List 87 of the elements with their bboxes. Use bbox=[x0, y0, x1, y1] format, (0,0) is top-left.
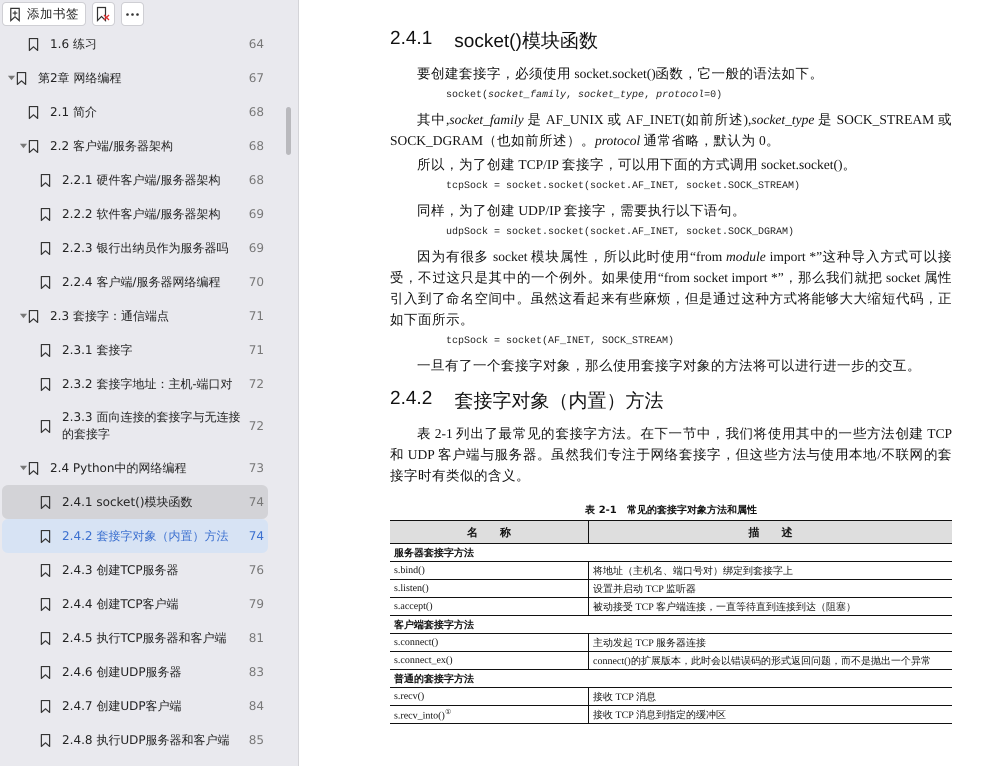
outline-item[interactable]: 2.2.4 客户端/服务器网络编程 70 bbox=[2, 265, 268, 299]
bookmark-icon bbox=[40, 240, 51, 256]
column-header: 描 述 bbox=[588, 520, 952, 544]
paragraph: 要创建套接字，必须使用 socket.socket()函数，它一般的语法如下。 bbox=[416, 65, 825, 83]
scrollbar-thumb[interactable] bbox=[286, 107, 291, 155]
outline-item[interactable]: 第2章 网络编程 67 bbox=[2, 61, 268, 95]
outline-item[interactable]: 2.4.8 执行UDP服务器和客户端 85 bbox=[2, 723, 268, 757]
bookmark-delete-icon bbox=[96, 6, 111, 22]
table-cell: s.bind() bbox=[390, 562, 588, 580]
more-button[interactable] bbox=[121, 2, 144, 26]
bookmark-icon bbox=[28, 138, 39, 154]
table-cell: s.listen() bbox=[390, 580, 588, 598]
paragraph: 一旦有了一个套接字对象，那么使用套接字对象的方法将可以进行进一步的交互。 bbox=[416, 357, 922, 375]
add-bookmark-button[interactable]: 添加书签 bbox=[2, 2, 86, 26]
group-cell: 客户端套接字方法 bbox=[390, 616, 952, 634]
bookmark-icon bbox=[40, 206, 51, 222]
collapse-arrow-icon[interactable] bbox=[18, 312, 28, 320]
table-cell: connect()的扩展版本，此时会以错误码的形式返回问题，而不是抛出一个异常 bbox=[588, 652, 952, 670]
outline-item[interactable]: 2.4.4 创建TCP客户端 79 bbox=[2, 587, 268, 621]
code-line: tcpSock = socket(AF_INET, SOCK_STREAM) bbox=[446, 336, 676, 347]
paragraph: 其中,socket_family 是 AF_UNIX 或 AF_INET(如前所述),socket_type 是 SOCK_STREAM 或 SOCK_DGRAM（也如前所述）。protocol 通常省略，默认为 0。 bbox=[390, 111, 952, 150]
table-cell: s.recv_into()$^{①}$ bbox=[390, 706, 588, 724]
table-cell: 接收 TCP 消息到指定的缓冲区 bbox=[588, 706, 952, 724]
bookmark-icon bbox=[40, 596, 51, 612]
bookmark-icon bbox=[40, 274, 51, 290]
bookmark-icon bbox=[28, 36, 39, 52]
delete-bookmark-button[interactable] bbox=[92, 2, 115, 26]
more-icon bbox=[126, 12, 139, 16]
bookmark-icon bbox=[40, 418, 51, 434]
outline-item[interactable]: 2.2 客户端/服务器架构 68 bbox=[2, 129, 268, 163]
bookmark-icon bbox=[28, 104, 39, 120]
outline-item[interactable]: 2.3 套接字：通信端点 71 bbox=[2, 299, 268, 333]
outline-item[interactable]: 2.4.7 创建UDP客户端 84 bbox=[2, 689, 268, 723]
bookmark-icon bbox=[16, 70, 27, 86]
outline-item[interactable]: 2.4.3 创建TCP服务器 76 bbox=[2, 553, 268, 587]
bookmark-icon bbox=[40, 698, 51, 714]
bookmark-icon bbox=[28, 308, 39, 324]
outline-item[interactable]: 2.3.2 套接字地址：主机-端口对 72 bbox=[2, 367, 268, 401]
group-cell: 服务器套接字方法 bbox=[390, 544, 952, 562]
table-cell: 接收 TCP 消息 bbox=[588, 688, 952, 706]
collapse-arrow-icon[interactable] bbox=[18, 464, 28, 472]
outline-item[interactable]: 2.4.5 执行TCP服务器和客户端 81 bbox=[2, 621, 268, 655]
table-cell: s.connect_ex() bbox=[390, 652, 588, 670]
section-heading: socket()模块函数 bbox=[454, 30, 598, 54]
bookmark-icon bbox=[40, 172, 51, 188]
outline-item[interactable]: 2.4.6 创建UDP服务器 83 bbox=[2, 655, 268, 689]
outline-item[interactable]: 2.2.3 银行出纳员作为服务器吗 69 bbox=[2, 231, 268, 265]
table-cell: s.accept() bbox=[390, 598, 588, 616]
code-line: tcpSock = socket.socket(socket.AF_INET, socket.SOCK_STREAM) bbox=[446, 181, 802, 192]
collapse-arrow-icon[interactable] bbox=[6, 74, 16, 82]
bookmark-icon bbox=[40, 342, 51, 358]
code-line: socket(socket_family, socket_type, protocol=0) bbox=[446, 90, 724, 101]
bookmark-icon bbox=[40, 562, 51, 578]
outline-item[interactable]: 2.4 Python中的网络编程 73 bbox=[2, 451, 268, 485]
paragraph: 表 2-1 列出了最常见的套接字方法。在下一节中，我们将使用其中的一些方法创建 TCP 和 UDP 客户端与服务器。虽然我们专注于网络套接字，但这些方法与使用本地/不联网的套接字时有类似的含义。 bbox=[390, 425, 952, 485]
bookmark-icon bbox=[40, 376, 51, 392]
paragraph: 因为有很多 socket 模块属性，所以此时使用“from module import *”这种导入方式可以接受，不过这只是其中的一个例外。如果使用“from socket import *”，那么我们就把 socket 属性引入到了命名空间中。虽然这看起来有些麻烦，但是通过这种方式将能够大大缩短代码，正如下面所示。 bbox=[390, 248, 952, 329]
collapse-arrow-icon[interactable] bbox=[18, 142, 28, 150]
table-cell: 设置并启动 TCP 监听器 bbox=[588, 580, 952, 598]
table-cell: 将地址（主机名、端口号对）绑定到套接字上 bbox=[588, 562, 952, 580]
code-line: udpSock = socket.socket(socket.AF_INET, socket.SOCK_DGRAM) bbox=[446, 227, 796, 238]
bookmark-icon bbox=[28, 460, 39, 476]
table-cell: s.connect() bbox=[390, 634, 588, 652]
bookmark-icon bbox=[40, 664, 51, 680]
table-cell: s.recv() bbox=[390, 688, 588, 706]
bookmark-icon bbox=[40, 732, 51, 748]
paragraph: 所以，为了创建 TCP/IP 套接字，可以用下面的方式调用 socket.socket()。 bbox=[416, 156, 858, 174]
outline-item[interactable]: 1.6 练习 64 bbox=[2, 27, 268, 61]
table-caption: 表 2-1 常见的套接字对象方法和属性 bbox=[584, 503, 758, 517]
paragraph: 同样，为了创建 UDP/IP 套接字，需要执行以下语句。 bbox=[416, 202, 748, 220]
column-header: 名 称 bbox=[390, 520, 588, 544]
bookmark-icon bbox=[40, 528, 51, 544]
outline-item[interactable]: 2.3.1 套接字 71 bbox=[2, 333, 268, 367]
section-number: 2.4.2 bbox=[390, 388, 432, 411]
outline-item[interactable]: 2.4.2 套接字对象（内置）方法 74 bbox=[2, 519, 268, 553]
bookmark-plus-icon bbox=[9, 6, 21, 22]
table-cell: 被动接受 TCP 客户端连接，一直等待直到连接到达（阻塞） bbox=[588, 598, 952, 616]
outline-item[interactable]: 2.2.1 硬件客户端/服务器架构 68 bbox=[2, 163, 268, 197]
bookmark-icon bbox=[40, 630, 51, 646]
table-cell: 主动发起 TCP 服务器连接 bbox=[588, 634, 952, 652]
outline-item[interactable]: 2.1 简介 68 bbox=[2, 95, 268, 129]
section-heading: 套接字对象（内置）方法 bbox=[454, 390, 664, 414]
bookmark-icon bbox=[40, 494, 51, 510]
outline-item[interactable]: 2.2.2 软件客户端/服务器架构 69 bbox=[2, 197, 268, 231]
section-number: 2.4.1 bbox=[390, 28, 432, 51]
group-cell: 普通的套接字方法 bbox=[390, 670, 952, 688]
outline-item[interactable]: 2.4.1 socket()模块函数 74 bbox=[2, 485, 268, 519]
